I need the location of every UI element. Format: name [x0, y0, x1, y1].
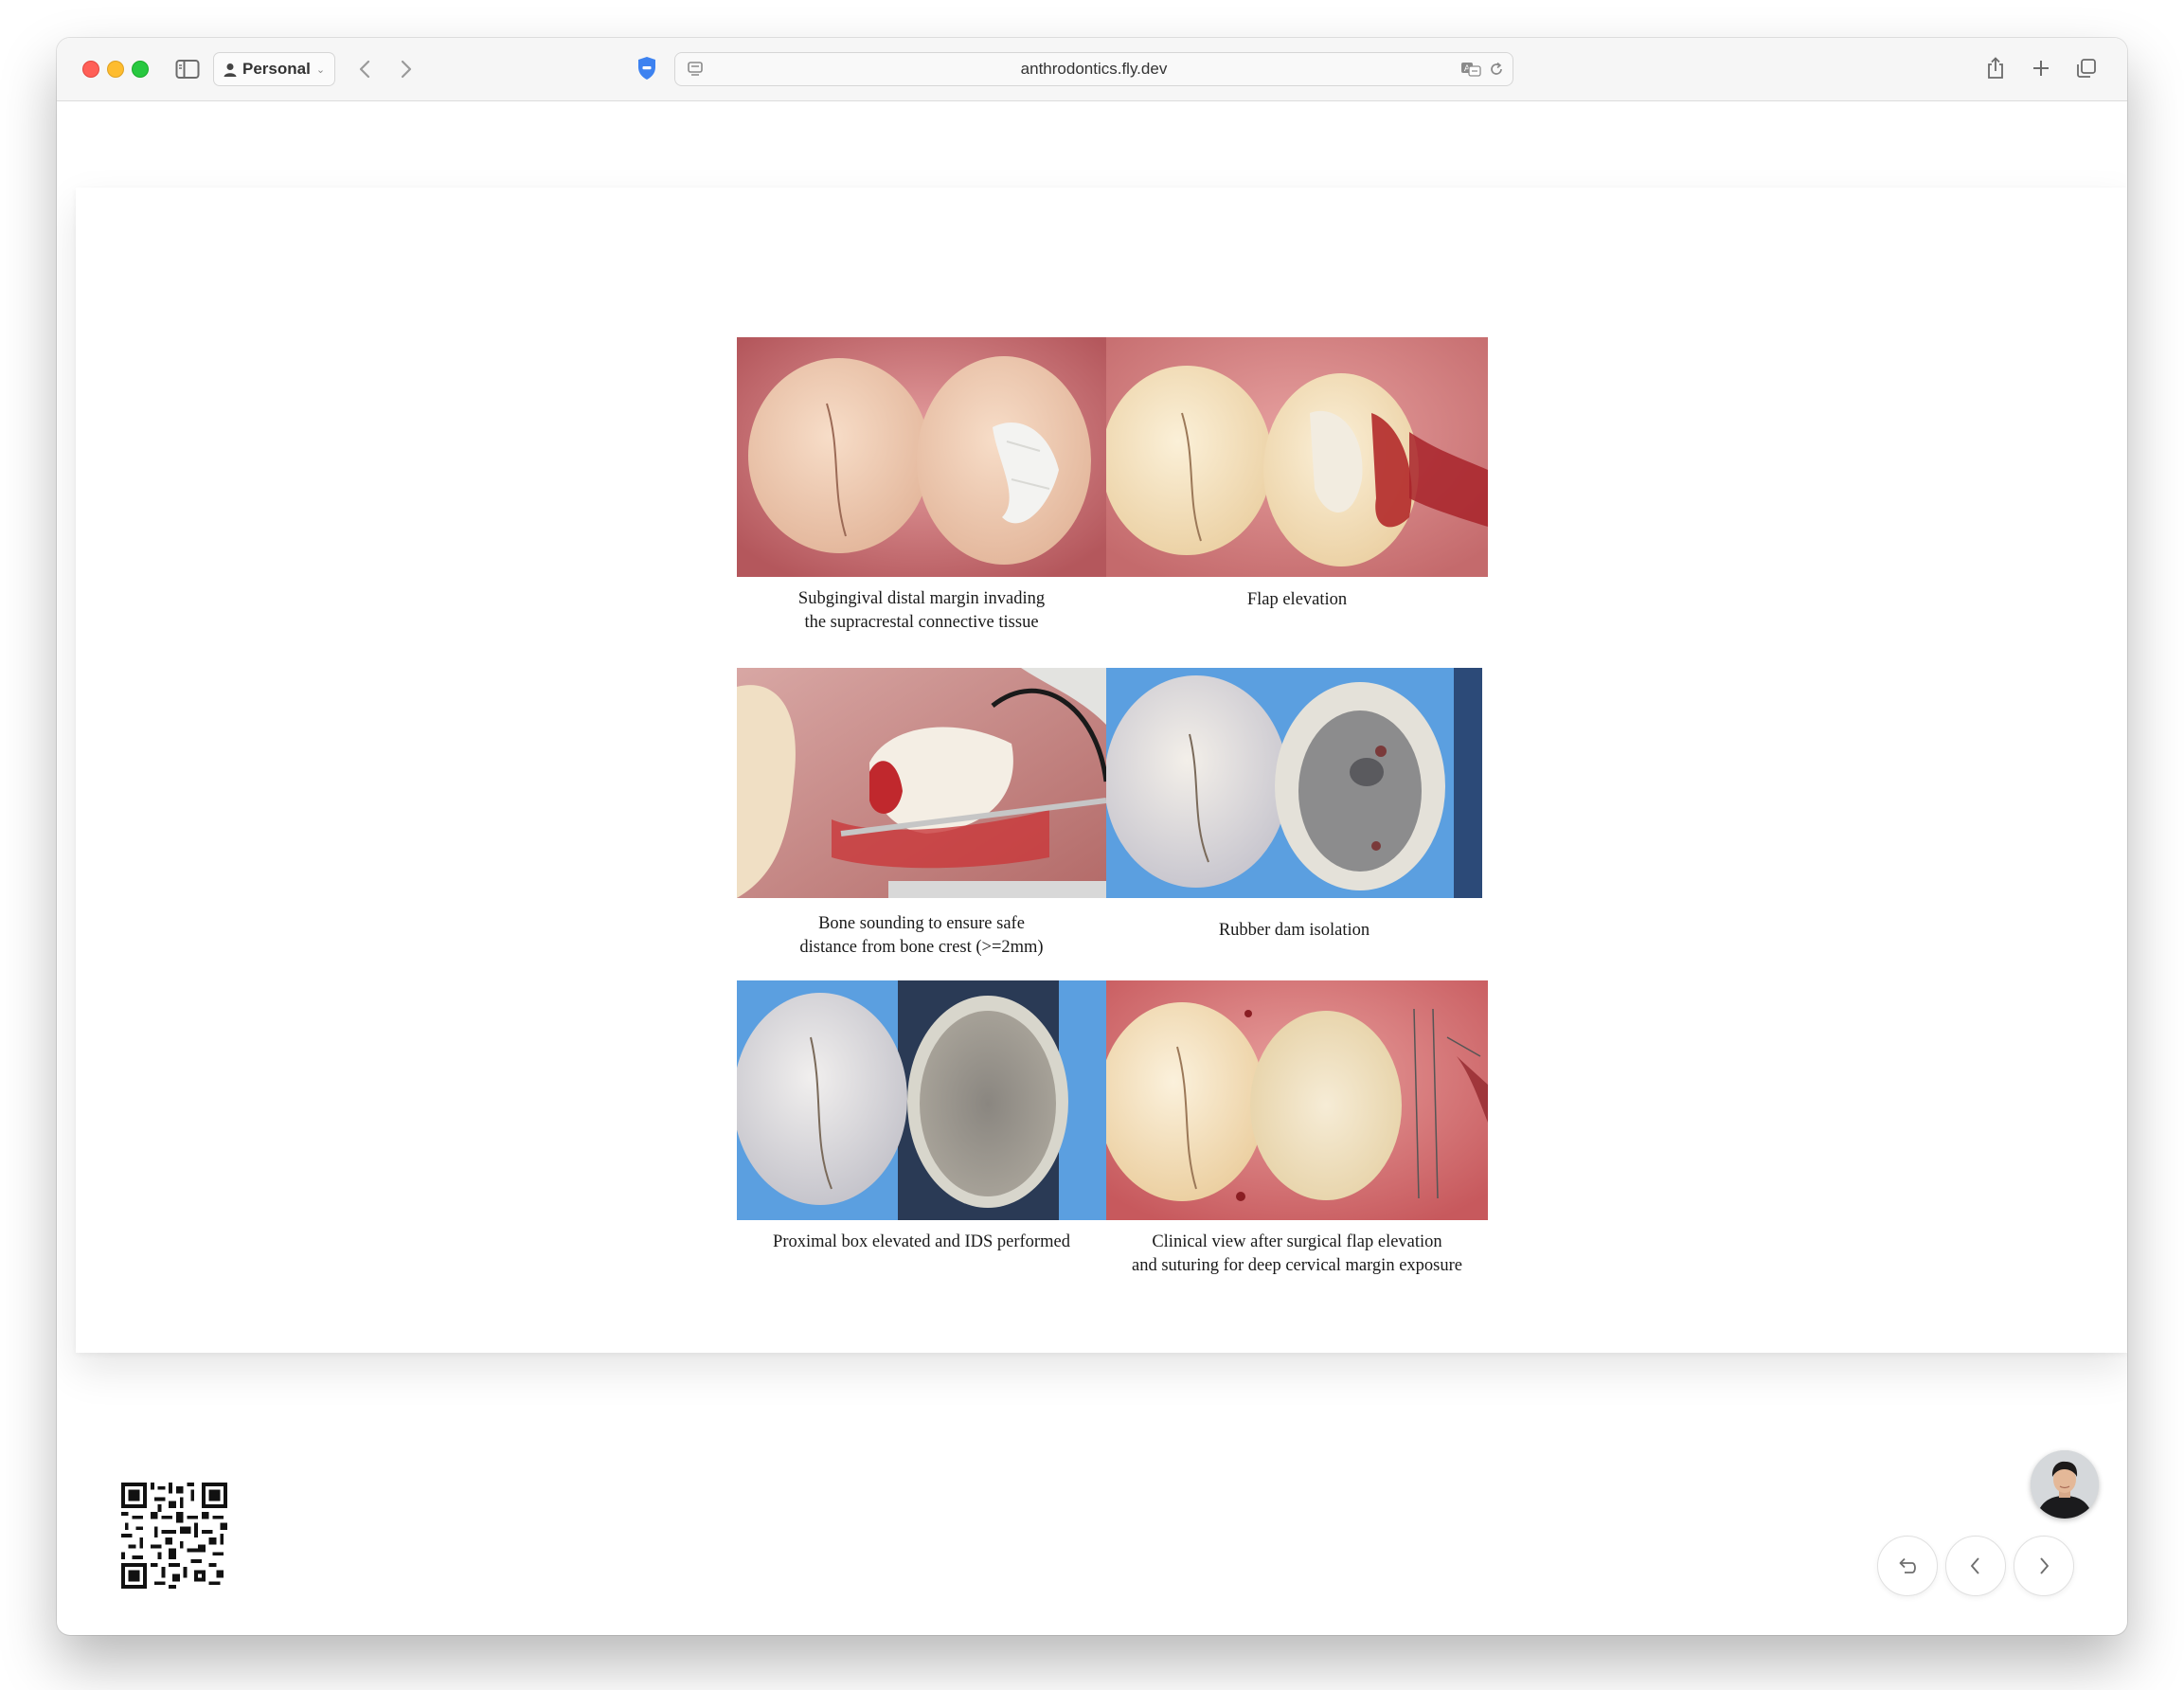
close-window-button[interactable]	[82, 61, 99, 78]
caption-sutured-flap: Clinical view after surgical flap elevat…	[1106, 1231, 1488, 1278]
plus-icon[interactable]	[2029, 56, 2053, 81]
minimize-window-button[interactable]	[107, 61, 124, 78]
back-button[interactable]	[352, 55, 377, 83]
sidebar-icon[interactable]	[174, 57, 201, 81]
address-bar[interactable]: anthrodontics.fly.dev A	[674, 52, 1513, 86]
caption-line: the supracrestal connective tissue	[804, 613, 1039, 632]
previous-slide-button[interactable]	[1945, 1536, 2006, 1596]
clinical-photo-sutured-flap	[1106, 980, 1488, 1220]
caption-line: and suturing for deep cervical margin ex…	[1132, 1256, 1462, 1275]
url-text[interactable]: anthrodontics.fly.dev	[675, 53, 1513, 85]
profile-button[interactable]: Personal ⌄	[213, 52, 336, 86]
browser-toolbar: Personal ⌄ anthrodontics.fly.dev A	[57, 38, 2127, 101]
clinical-photo-flap-elevation	[1106, 337, 1488, 577]
profile-label: Personal	[242, 60, 311, 78]
chevron-right-icon	[2040, 1557, 2049, 1574]
translate-icon[interactable]: A	[1459, 59, 1482, 80]
caption-rubber-dam: Rubber dam isolation	[1218, 921, 1370, 940]
caption-proximal-box: Proximal box elevated and IDS performed	[773, 1232, 1070, 1251]
clinical-photo-bone-sounding	[737, 668, 1106, 898]
person-icon	[224, 63, 237, 77]
forward-button[interactable]	[394, 55, 419, 83]
caption-bone-sounding: Bone sounding to ensure safe distance fr…	[737, 912, 1106, 960]
tabs-overview-icon[interactable]	[2074, 56, 2099, 81]
share-icon[interactable]	[1983, 54, 2008, 82]
chevron-right-icon	[401, 60, 412, 79]
browser-window: Personal ⌄ anthrodontics.fly.dev A Subgi…	[57, 38, 2127, 1635]
clinical-photo-subgingival-margin	[737, 337, 1106, 577]
qr-code	[121, 1483, 227, 1589]
shield-icon[interactable]	[635, 54, 659, 82]
slide: Subgingival distal margin invading the s…	[76, 188, 2127, 1353]
undo-button[interactable]	[1877, 1536, 1938, 1596]
chevron-left-icon	[359, 60, 370, 79]
clinical-photo-proximal-box	[737, 980, 1106, 1220]
chevron-down-icon: ⌄	[315, 63, 326, 76]
caption-flap-elevation: Flap elevation	[1246, 590, 1348, 609]
presenter-avatar[interactable]	[2031, 1450, 2099, 1519]
clinical-photo-rubber-dam	[1106, 668, 1482, 898]
caption-line: distance from bone crest (>=2mm)	[799, 938, 1044, 957]
reload-icon[interactable]	[1486, 59, 1507, 80]
caption-line: Bone sounding to ensure safe	[818, 914, 1025, 933]
next-slide-button[interactable]	[2014, 1536, 2074, 1596]
caption-line: Clinical view after surgical flap elevat…	[1152, 1232, 1442, 1251]
zoom-window-button[interactable]	[132, 61, 149, 78]
caption-subgingival-margin: Subgingival distal margin invading the s…	[737, 587, 1106, 635]
caption-line: Subgingival distal margin invading	[797, 589, 1046, 608]
chevron-left-icon	[1971, 1557, 1979, 1574]
undo-icon	[1899, 1557, 1916, 1573]
